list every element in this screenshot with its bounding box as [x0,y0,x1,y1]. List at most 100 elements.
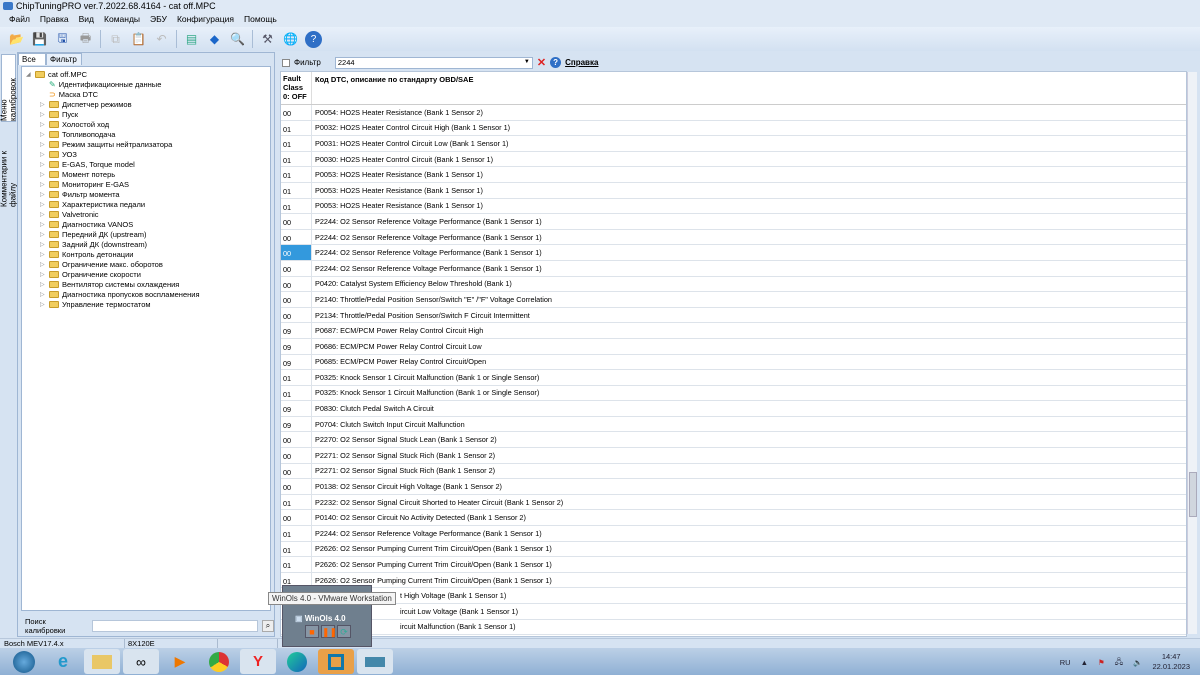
table-row[interactable]: 00 P2140: Throttle/Pedal Position Sensor/… [281,292,1186,308]
table-row[interactable]: 01 P0030: HO2S Heater Control Circuit (Ba… [281,151,1186,168]
ecu-icon[interactable]: ▤ [183,31,200,48]
help-icon[interactable]: ? [550,57,562,68]
dtc-description-cell[interactable]: P0053: HO2S Heater Resistance (Bank 1 Se… [312,170,483,179]
menu-item[interactable]: Правка [35,13,74,27]
filter-checkbox[interactable] [282,58,290,67]
fault-class-cell[interactable]: 00 [281,510,312,526]
fault-class-cell[interactable]: 00 [281,448,312,463]
expand-arrow-icon[interactable]: ▷ [40,281,46,288]
dtc-description-cell[interactable]: P2244: O2 Sensor Reference Voltage Perfo… [312,264,542,273]
table-row[interactable]: 01 P0032: HO2S Heater Control Circuit Hig… [281,120,1186,137]
dtc-description-cell[interactable]: P0704: Clutch Switch Input Circuit Malfu… [312,420,465,429]
fault-class-cell[interactable]: 00 [281,463,312,479]
tree-item[interactable]: ▷ Холостой ход [40,119,109,129]
chrome-icon[interactable] [201,649,237,674]
expand-arrow-icon[interactable]: ▷ [40,131,46,138]
table-row[interactable]: 01 P2626: O2 Sensor Pumping Current Trim … [281,541,1186,558]
fault-class-cell[interactable]: 00 [281,479,312,494]
fault-class-cell[interactable]: 01 [281,167,312,182]
tree-item[interactable]: ▷ Диспетчер режимов [40,99,132,109]
table-row[interactable]: 00 P2244: O2 Sensor Reference Voltage Per… [281,245,1186,261]
expand-arrow-icon[interactable]: ▷ [40,181,46,188]
tree-item[interactable]: ▷ Режим защиты нейтрализатора [40,139,172,149]
table-row[interactable]: ircuit Low Voltage (Bank 1 Sensor 1) [281,604,1186,620]
fault-class-cell[interactable]: 01 [281,557,312,572]
clock[interactable]: 14:47 22.01.2023 [1152,652,1190,672]
expand-arrow-icon[interactable]: ▷ [40,261,46,268]
fault-class-cell[interactable]: 09 [281,338,312,354]
fault-class-cell[interactable]: 01 [281,526,312,541]
dtc-description-cell[interactable]: P2626: O2 Sensor Pumping Current Trim Ci… [312,576,552,585]
table-row[interactable]: 09 P0685: ECM/PCM Power Relay Control Cir… [281,354,1186,371]
tools-icon[interactable]: ⚒ [259,31,276,48]
language-indicator[interactable]: RU [1060,658,1071,667]
dtc-description-cell[interactable]: P0686: ECM/PCM Power Relay Control Circu… [312,342,482,351]
help-link[interactable]: Справка [565,58,598,67]
table-row[interactable]: 01 P2244: O2 Sensor Reference Voltage Per… [281,526,1186,542]
undo-icon[interactable]: ↶ [153,31,170,48]
expand-arrow-icon[interactable]: ▷ [40,291,46,298]
table-row[interactable]: t High Voltage (Bank 1 Sensor 1) [281,588,1186,604]
fault-class-cell[interactable]: 00 [281,276,312,292]
open-icon[interactable]: 📂 [8,31,25,48]
table-row[interactable]: 01 P0053: HO2S Heater Resistance (Bank 1 … [281,167,1186,183]
search-button[interactable]: ⌕ [262,620,274,632]
fault-class-cell[interactable]: 01 [281,370,312,385]
tree-item[interactable]: ▷ Ограничение скорости [40,269,141,279]
expand-arrow-icon[interactable]: ▷ [40,171,46,178]
column-fault-class[interactable]: Fault Class 0: OFF [281,72,312,104]
table-row[interactable]: 00 P0138: O2 Sensor Circuit High Voltage … [281,479,1186,495]
chiptuning-icon[interactable]: ∞ [123,649,159,674]
start-button[interactable] [6,649,42,674]
dtc-description-cell[interactable]: P0830: Clutch Pedal Switch A Circuit [312,404,434,413]
tree-item[interactable]: ◢ cat off.MPC [26,69,87,79]
print-icon[interactable]: 🖶 [77,31,94,48]
filter-input[interactable]: 2244 ▼ [334,56,533,69]
dtc-description-cell[interactable]: P0032: HO2S Heater Control Circuit High … [312,123,510,132]
expand-arrow-icon[interactable]: ▷ [40,301,46,308]
dtc-description-cell[interactable]: P2244: O2 Sensor Reference Voltage Perfo… [312,248,542,257]
calibration-search-input[interactable] [92,620,259,632]
tree-item[interactable]: ▷ Вентилятор системы охлаждения [40,279,179,289]
tree-item[interactable]: ▷ Ограничение макс. оборотов [40,259,163,269]
table-row[interactable]: 01 P0053: HO2S Heater Resistance (Bank 1 … [281,198,1186,215]
expand-arrow-icon[interactable]: ▷ [40,251,46,258]
tree-item[interactable]: ✎ Идентификационные данные [40,79,161,89]
fault-class-cell[interactable]: 00 [281,292,312,307]
expand-arrow-icon[interactable]: ▷ [40,241,46,248]
update-icon[interactable]: 🌐 [282,31,299,48]
fault-class-cell[interactable]: 00 [281,245,312,260]
table-row[interactable]: 00 P2244: O2 Sensor Reference Voltage Per… [281,260,1186,277]
dtc-description-cell[interactable]: P0325: Knock Sensor 1 Circuit Malfunctio… [312,388,539,397]
dtc-description-cell[interactable]: P0031: HO2S Heater Control Circuit Low (… [312,139,508,148]
menu-item[interactable]: Вид [74,13,99,27]
menu-item[interactable]: Файл [4,13,35,27]
expand-arrow-icon[interactable]: ▷ [40,101,46,108]
tree-item[interactable]: ▷ Управление термостатом [40,299,151,309]
table-row[interactable]: ircuit Malfunction (Bank 1 Sensor 1) [281,619,1186,636]
tab-all[interactable]: Все [18,53,46,65]
expand-arrow-icon[interactable]: ◢ [26,71,32,78]
table-row[interactable]: 00 P0140: O2 Sensor Circuit No Activity D… [281,510,1186,527]
tree-item[interactable]: ▷ Момент потерь [40,169,115,179]
fault-class-cell[interactable]: 01 [281,198,312,214]
tree-item[interactable]: ⊃ Маска DTC [40,89,98,99]
tree-item[interactable]: ▷ Valvetronic [40,209,99,219]
dtc-description-cell[interactable]: P2244: O2 Sensor Reference Voltage Perfo… [312,217,542,226]
table-row[interactable]: 09 P0686: ECM/PCM Power Relay Control Cir… [281,338,1186,355]
table-row[interactable]: 00 P0420: Catalyst System Efficiency Belo… [281,276,1186,293]
show-hidden-icons[interactable]: ▲ [1081,658,1088,667]
dtc-description-cell[interactable]: P2626: O2 Sensor Pumping Current Trim Ci… [312,560,552,569]
fault-class-cell[interactable]: 00 [281,229,312,245]
dtc-description-cell[interactable]: P0325: Knock Sensor 1 Circuit Malfunctio… [312,373,539,382]
dtc-description-cell[interactable]: P0053: HO2S Heater Resistance (Bank 1 Se… [312,186,483,195]
table-row[interactable]: 00 P2244: O2 Sensor Reference Voltage Per… [281,229,1186,246]
table-row[interactable]: 00 P0054: HO2S Heater Resistance (Bank 1 … [281,105,1186,121]
dtc-description-cell[interactable]: P2140: Throttle/Pedal Position Sensor/Sw… [312,295,552,304]
fault-class-cell[interactable]: 09 [281,416,312,432]
paste-icon[interactable]: 📋 [130,31,147,48]
expand-arrow-icon[interactable]: ▷ [40,271,46,278]
menu-item[interactable]: Конфигурация [172,13,239,27]
table-row[interactable]: 01 P0325: Knock Sensor 1 Circuit Malfunct… [281,385,1186,402]
stop-icon[interactable]: ■ [305,625,319,638]
